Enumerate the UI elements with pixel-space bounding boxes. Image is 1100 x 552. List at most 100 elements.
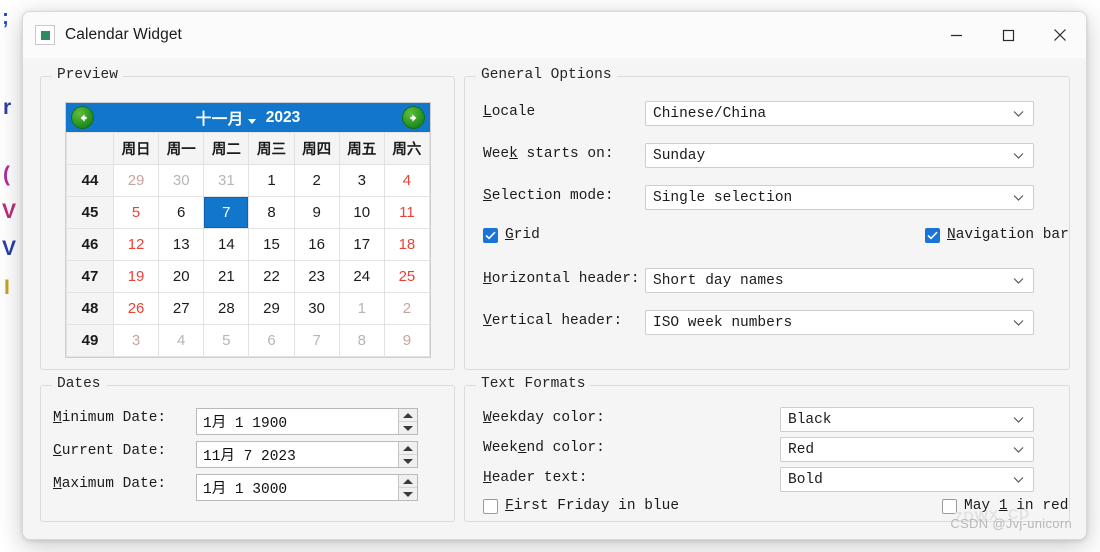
checkbox-unchecked-icon[interactable] (483, 498, 498, 514)
weekend-color-label: Weekend color: (483, 440, 605, 456)
background-glyph: ( (3, 163, 10, 186)
chevron-down-icon[interactable] (247, 118, 256, 124)
current-date-spin-buttons[interactable] (398, 442, 417, 467)
current-date-stepper[interactable]: 11月 7 2023 (196, 441, 418, 468)
horizontal-header-select[interactable]: Short day names (645, 268, 1034, 293)
arrow-right-icon[interactable] (402, 106, 425, 129)
maximum-date-stepper[interactable]: 1月 1 3000 (196, 474, 418, 501)
calendar-day-cell[interactable]: 7 (293, 324, 340, 357)
calendar-day-cell[interactable]: 5 (112, 196, 160, 229)
selection-mode-select[interactable]: Single selection (645, 185, 1034, 210)
weekend-color-row: Weekend color: (483, 440, 605, 456)
chevron-down-icon[interactable] (1013, 144, 1024, 167)
calendar-day-cell[interactable]: 19 (112, 260, 160, 293)
checkbox-checked-icon[interactable] (483, 227, 498, 243)
calendar-day-cell[interactable]: 13 (158, 228, 205, 261)
weekend-color-select[interactable]: Red (780, 437, 1034, 462)
chevron-down-icon[interactable] (1013, 102, 1024, 125)
calendar-day-cell[interactable]: 12 (112, 228, 160, 261)
minimum-date-spin-buttons[interactable] (398, 409, 417, 434)
calendar-day-cell[interactable]: 25 (383, 260, 431, 293)
calendar-day-selected[interactable]: 7 (203, 196, 250, 229)
locale-value: Chinese/China (653, 105, 767, 122)
calendar-month-label[interactable]: 十一月 (196, 107, 244, 129)
calendar-day-cell[interactable]: 23 (293, 260, 340, 293)
calendar-day-cell[interactable]: 10 (338, 196, 385, 229)
calendar-day-cell[interactable]: 18 (383, 228, 431, 261)
calendar-day-cell[interactable]: 30 (158, 164, 205, 197)
calendar-day-cell[interactable]: 1 (338, 292, 385, 325)
calendar-day-cell[interactable]: 21 (203, 260, 250, 293)
horizontal-header-value: Short day names (653, 272, 784, 289)
calendar-day-cell[interactable]: 8 (338, 324, 385, 357)
grid-checkbox[interactable]: Grid (483, 227, 540, 243)
calendar-day-cell[interactable]: 5 (203, 324, 250, 357)
spin-down-icon[interactable] (399, 455, 417, 467)
chevron-down-icon[interactable] (1013, 468, 1024, 491)
calendar-day-header: 周一 (158, 132, 205, 165)
minimize-icon[interactable] (930, 12, 982, 58)
calendar-day-cell[interactable]: 20 (158, 260, 205, 293)
general-options-group-label: General Options (476, 67, 617, 83)
calendar-day-cell[interactable]: 6 (158, 196, 205, 229)
calendar-day-cell[interactable]: 1 (248, 164, 295, 197)
chevron-down-icon[interactable] (1013, 438, 1024, 461)
calendar-day-cell[interactable]: 29 (112, 164, 160, 197)
calendar-day-cell[interactable]: 2 (383, 292, 431, 325)
calendar-day-cell[interactable]: 27 (158, 292, 205, 325)
spin-up-icon[interactable] (399, 409, 417, 422)
spin-up-icon[interactable] (399, 475, 417, 488)
maximize-icon[interactable] (982, 12, 1034, 58)
spin-down-icon[interactable] (399, 422, 417, 434)
calendar-day-cell[interactable]: 2 (293, 164, 340, 197)
arrow-left-icon[interactable] (71, 106, 94, 129)
text-formats-group: Text Formats Weekday color: Black Weeken… (464, 376, 1070, 522)
close-icon[interactable] (1034, 12, 1086, 58)
calendar-day-cell[interactable]: 14 (203, 228, 250, 261)
general-options-group: General Options Locale Chinese/China Wee… (464, 67, 1070, 370)
locale-row: Locale (483, 104, 535, 120)
weekday-color-select[interactable]: Black (780, 407, 1034, 432)
calendar-day-cell[interactable]: 15 (248, 228, 295, 261)
calendar-year-label[interactable]: 2023 (266, 109, 300, 127)
header-text-select[interactable]: Bold (780, 467, 1034, 492)
calendar-day-cell[interactable]: 17 (338, 228, 385, 261)
calendar-day-cell[interactable]: 4 (158, 324, 205, 357)
calendar-day-cell[interactable]: 6 (248, 324, 295, 357)
calendar-preview[interactable]: 十一月 2023 周日 周一 周二 周三 周四 周五 周六 44 29 30 31 1 2 3 4 45 5 6… (65, 102, 431, 358)
calendar-day-cell[interactable]: 28 (203, 292, 250, 325)
chevron-down-icon[interactable] (1013, 186, 1024, 209)
calendar-day-cell[interactable]: 8 (248, 196, 295, 229)
chevron-down-icon[interactable] (1013, 311, 1024, 334)
calendar-day-cell[interactable]: 31 (203, 164, 250, 197)
minimum-date-stepper[interactable]: 1月 1 1900 (196, 408, 418, 435)
calendar-grid[interactable]: 周日 周一 周二 周三 周四 周五 周六 44 29 30 31 1 2 3 4 45 5 6 7 8 9 10 11 46… (66, 132, 431, 357)
calendar-day-cell[interactable]: 4 (383, 164, 431, 197)
calendar-day-cell[interactable]: 9 (383, 324, 431, 357)
checkbox-checked-icon[interactable] (925, 227, 940, 243)
week-start-select[interactable]: Sunday (645, 143, 1034, 168)
spin-down-icon[interactable] (399, 488, 417, 500)
calendar-day-cell[interactable]: 22 (248, 260, 295, 293)
calendar-day-cell[interactable]: 9 (293, 196, 340, 229)
window-client-area: Preview 十一月 2023 周日 周一 周二 周三 周四 周五 周六 44… (23, 58, 1086, 539)
calendar-day-cell[interactable]: 29 (248, 292, 295, 325)
chevron-down-icon[interactable] (1013, 269, 1024, 292)
calendar-day-cell[interactable]: 26 (112, 292, 160, 325)
first-friday-blue-checkbox[interactable]: First Friday in blue (483, 498, 679, 514)
minimum-date-row: Minimum Date: (53, 410, 166, 426)
spin-up-icon[interactable] (399, 442, 417, 455)
calendar-day-cell[interactable]: 3 (112, 324, 160, 357)
chevron-down-icon[interactable] (1013, 408, 1024, 431)
locale-select[interactable]: Chinese/China (645, 101, 1034, 126)
calendar-title[interactable]: 十一月 2023 (94, 107, 402, 129)
maximum-date-spin-buttons[interactable] (398, 475, 417, 500)
calendar-day-cell[interactable]: 30 (293, 292, 340, 325)
calendar-day-cell[interactable]: 24 (338, 260, 385, 293)
calendar-day-cell[interactable]: 16 (293, 228, 340, 261)
calendar-week-number: 49 (66, 324, 114, 357)
calendar-day-cell[interactable]: 3 (338, 164, 385, 197)
navigation-bar-checkbox[interactable]: Navigation bar (925, 227, 1069, 243)
vertical-header-select[interactable]: ISO week numbers (645, 310, 1034, 335)
calendar-day-cell[interactable]: 11 (383, 196, 431, 229)
